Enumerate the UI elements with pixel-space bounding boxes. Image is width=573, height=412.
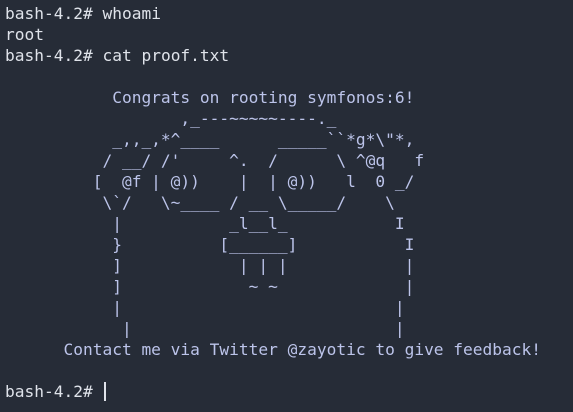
terminal-window[interactable]: bash-4.2# whoami root bash-4.2# cat proo…: [0, 0, 573, 412]
ascii-art-line: \`/ \~____ / __ \_____/ \: [5, 193, 395, 212]
prompt-line-2: bash-4.2# cat proof.txt: [5, 45, 573, 66]
ascii-art-line: / __/ /' ^. / \ ^@q f: [5, 151, 425, 170]
prompt: bash-4.2#: [5, 382, 103, 401]
contact-message: Contact me via Twitter @zayotic to give …: [5, 340, 542, 359]
ascii-art-line: ] ~ ~ |: [5, 277, 415, 296]
ascii-art-line: ] | | | |: [5, 256, 415, 275]
prompt-line-1: bash-4.2# whoami: [5, 3, 573, 24]
ascii-art-line: _,,_,*^____ _____``*g*\"*,: [5, 130, 415, 149]
command-whoami: whoami: [102, 4, 161, 23]
ascii-art-line: ,_---~~~~~----._: [5, 109, 337, 128]
ascii-art-line: } [______] I: [5, 235, 415, 254]
ascii-art-line: | |: [5, 298, 405, 317]
command-cat: cat proof.txt: [102, 46, 230, 65]
proof-line: [5, 66, 573, 87]
proof-line: [5, 360, 573, 381]
prompt: bash-4.2#: [5, 46, 103, 65]
output-whoami: root: [5, 25, 44, 44]
ascii-art-line: [ @f | @)) | | @)) l 0 _/: [5, 172, 415, 191]
active-prompt-line[interactable]: bash-4.2#: [5, 381, 573, 402]
prompt: bash-4.2#: [5, 4, 103, 23]
ascii-art-line: | _l__l_ I: [5, 214, 405, 233]
congrats-message: Congrats on rooting symfonos:6!: [5, 88, 415, 107]
ascii-art-line: | |: [5, 319, 405, 338]
text-cursor[interactable]: [104, 382, 107, 401]
